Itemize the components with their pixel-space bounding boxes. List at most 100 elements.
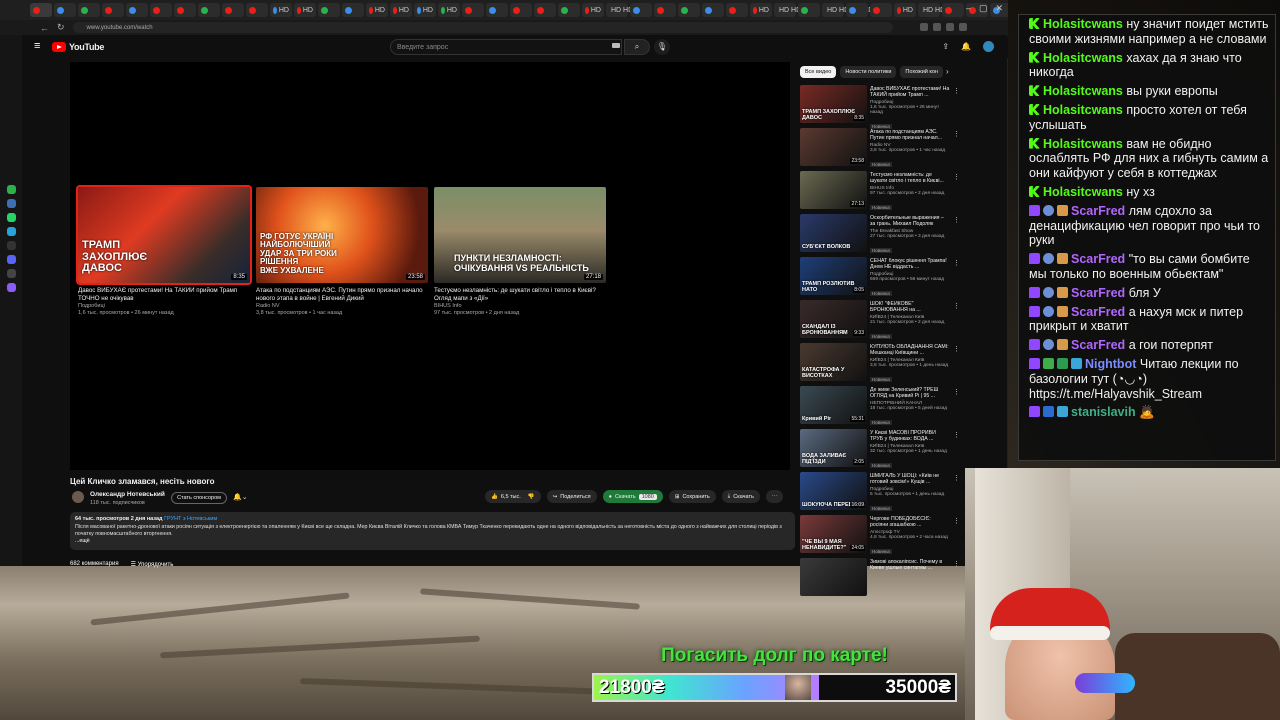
related-video-item[interactable]: 23:58 Атака по подстанциям АЭС. Путин пря… [800, 127, 962, 170]
quality-select[interactable]: 1080 [638, 493, 657, 500]
endscreen-video-card[interactable]: ТРАМП ЗАХОПЛЮЄ ДАВОС 8:35 Давос ВИБУХАЄ пр… [76, 185, 252, 316]
browser-tab[interactable] [726, 3, 748, 17]
more-vert-icon[interactable]: ⋮ [953, 474, 960, 482]
search-button[interactable]: ⌕ [624, 39, 650, 55]
thumb-down-icon[interactable]: 👎 [528, 494, 535, 500]
more-vert-icon[interactable]: ⋮ [953, 345, 960, 353]
whatsapp-icon[interactable] [6, 213, 16, 222]
browser-tab[interactable]: HD [366, 3, 388, 17]
extension-icon[interactable] [959, 23, 967, 31]
browser-tab[interactable] [942, 3, 964, 17]
telegram-icon[interactable] [6, 227, 16, 236]
browser-tab[interactable] [678, 3, 700, 17]
extension-download-button[interactable]: ● Скачать 1080 [602, 490, 663, 503]
browser-tab[interactable] [318, 3, 340, 17]
chevron-right-icon[interactable]: › [946, 67, 949, 76]
maximize-icon[interactable]: ▢ [979, 3, 988, 14]
browser-tab[interactable] [846, 3, 868, 17]
search-input[interactable]: Введите запрос [390, 39, 622, 55]
sidebar-app-icon[interactable] [6, 269, 16, 278]
browser-tab[interactable] [510, 3, 532, 17]
video-thumbnail[interactable]: 23:58 [800, 128, 867, 166]
related-video-item[interactable]: СКАНДАЛ ІЗ БРОНЮВАННЯМ 9:33 ШОК! "ФЕЙКОВЕ"… [800, 299, 962, 342]
channel-avatar[interactable] [72, 491, 84, 503]
browser-tab[interactable] [150, 3, 172, 17]
browser-tab[interactable] [246, 3, 268, 17]
description-box[interactable]: 64 тыс. просмотров 2 дня назад ГРУНТ з Н… [70, 512, 795, 550]
more-vert-icon[interactable]: ⋮ [953, 173, 960, 181]
related-video-item[interactable]: СУБ'ЄКТ ВОЛКОВ Оскорбительные выражения –… [800, 213, 962, 256]
browser-tab[interactable] [54, 3, 76, 17]
browser-tab[interactable]: HD [438, 3, 460, 17]
chat-username[interactable]: Holasitcwans [1043, 185, 1123, 199]
browser-tab[interactable]: HD HD HD [606, 3, 645, 17]
video-title[interactable]: Черговe ПОБЕДОБЄСІЄ: росіяни згашабкою .… [870, 516, 950, 529]
save-button[interactable]: ⊞ Сохранить [668, 490, 716, 503]
voice-search-button[interactable]: 🎙 [654, 39, 670, 55]
chat-username[interactable]: Holasitcwans [1043, 103, 1123, 117]
video-title[interactable]: Давос ВИБУХАЄ протестами! На ТАКИЙ прийо… [870, 86, 950, 99]
browser-tab[interactable] [342, 3, 364, 17]
channel-name[interactable]: Олександр Нотевський [90, 491, 165, 498]
filter-chip[interactable]: Новости политики [840, 66, 897, 78]
related-video-item[interactable]: "ЧЕ ВЫ 9 МАЯ НЕНАВИДИТЕ?" 24:05 Черговe ПО… [800, 514, 962, 557]
browser-tab[interactable]: HD HD HD [774, 3, 813, 17]
more-actions-button[interactable]: ⋯ [765, 490, 784, 503]
bell-icon[interactable]: 🔔 [961, 42, 971, 51]
chat-username[interactable]: Nightbot [1085, 357, 1136, 371]
chat-username[interactable]: ScarFred [1071, 204, 1125, 218]
video-title[interactable]: Де живе Зеленський? ТРЕШ ОГЛЯД на Кривий… [870, 387, 950, 400]
close-icon[interactable]: ✕ [995, 3, 1003, 14]
video-thumbnail[interactable]: СУБ'ЄКТ ВОЛКОВ [800, 214, 867, 252]
endscreen-video-card[interactable]: ПУНКТИ НЕЗЛАМНОСТІ: ОЧІКУВАННЯ VS РЕАЛЬН… [434, 187, 606, 316]
video-thumbnail[interactable]: СКАНДАЛ ІЗ БРОНЮВАННЯМ 9:33 [800, 300, 867, 338]
youtube-logo[interactable]: YouTube [52, 42, 104, 52]
video-title[interactable]: ШОК! "ФЕЙКОВЕ" БРОНЮВАННЯ на ... [870, 301, 950, 314]
endscreen-video-card[interactable]: РФ ГОТУЄ УКРАЇНІ НАЙБОЛЮЧІШИЙ УДАР ЗА ТР… [256, 187, 428, 316]
download-button[interactable]: ⤓ Скачать [721, 490, 760, 503]
video-title[interactable]: КУПУЮТЬ ОБЛАДНАННЯ САМІ: Мешканці Київщи… [870, 344, 950, 357]
video-thumbnail[interactable]: ВОДА ЗАЛИВАЄ ПІД'ЇЗДИ 2:05 [800, 429, 867, 467]
minimize-icon[interactable]: – [966, 3, 971, 14]
chat-username[interactable]: ScarFred [1071, 305, 1125, 319]
channel-name[interactable]: Radio NV [256, 303, 428, 309]
browser-tab[interactable] [558, 3, 580, 17]
browser-tab[interactable] [798, 3, 820, 17]
video-title[interactable]: Зимові апокаліпсис. Почему в Киеве ушлые… [870, 559, 950, 572]
url-field[interactable]: www.youtube.com/watch [72, 22, 893, 33]
video-title[interactable]: У Києві МАСОВІ ПРОРИВИ ТРУБ у будинках: … [870, 430, 950, 443]
video-title[interactable]: Тестуємо незламність: де шукати світло і… [870, 172, 950, 185]
video-title[interactable]: Оскорбительные выражения – за грань. Мих… [870, 215, 950, 228]
browser-tab[interactable] [78, 3, 100, 17]
chat-username[interactable]: Holasitcwans [1043, 84, 1123, 98]
related-video-item[interactable]: ВОДА ЗАЛИВАЄ ПІД'ЇЗДИ 2:05 У Києві МАСОВІ … [800, 428, 962, 471]
chat-username[interactable]: stanislavih [1071, 405, 1136, 419]
description-hashtag[interactable]: ГРУНТ з Нотевським [164, 516, 217, 522]
video-thumbnail[interactable]: Кривий Ріг 55:31 [800, 386, 867, 424]
more-vert-icon[interactable]: ⋮ [953, 216, 960, 224]
more-vert-icon[interactable]: ⋮ [953, 302, 960, 310]
video-thumbnail[interactable]: КАТАСТРОФА У ВИСОТКАХ [800, 343, 867, 381]
menu-icon[interactable]: ≡ [34, 41, 40, 52]
video-title[interactable]: Атака по подстанциям АЭС. Путин прямо пр… [870, 129, 950, 142]
browser-tab[interactable]: HD [894, 3, 916, 17]
more-vert-icon[interactable]: ⋮ [953, 431, 960, 439]
extension-icon[interactable] [946, 23, 954, 31]
browser-tab[interactable] [486, 3, 508, 17]
browser-tab[interactable] [654, 3, 676, 17]
more-vert-icon[interactable]: ⋮ [953, 87, 960, 95]
chat-username[interactable]: ScarFred [1071, 338, 1125, 352]
x-icon[interactable] [6, 241, 16, 250]
video-thumbnail[interactable]: ТРАМП ЗАХОПЛЮЄ ДАВОС 8:35 [800, 85, 867, 123]
browser-tab[interactable] [534, 3, 556, 17]
browser-tab[interactable]: HD HD HD [918, 3, 957, 17]
sidebar-app-icon[interactable] [6, 283, 16, 292]
more-vert-icon[interactable]: ⋮ [953, 388, 960, 396]
keyboard-icon[interactable] [612, 43, 620, 48]
video-title[interactable]: СЕНАТ блокує рішення Трампа! Днем НЕ від… [870, 258, 950, 271]
related-video-item[interactable]: Кривий Ріг 55:31 Де живе Зеленський? ТРЕШ … [800, 385, 962, 428]
browser-tab[interactable] [870, 3, 892, 17]
related-video-item[interactable]: ТРАМП РОЗЛЮТИВ НАТО 8:05 СЕНАТ блокує ріше… [800, 256, 962, 299]
browser-tab[interactable]: HD [414, 3, 436, 17]
back-icon[interactable]: ← [40, 23, 49, 33]
